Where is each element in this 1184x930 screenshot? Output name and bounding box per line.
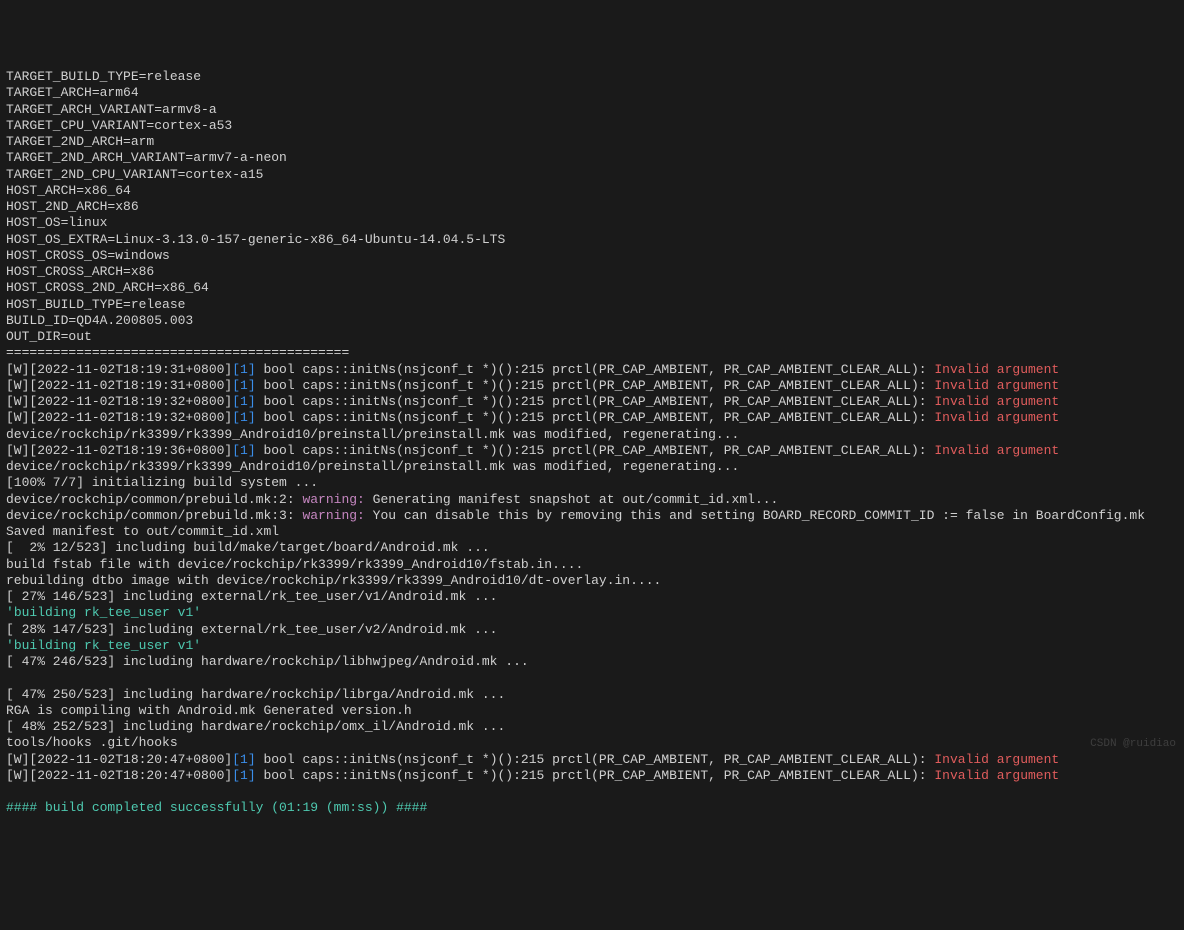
warn-line: [W][2022-11-02T18:19:31+0800][1] bool ca… (6, 362, 1059, 377)
terminal-output[interactable]: TARGET_BUILD_TYPE=release TARGET_ARCH=ar… (6, 69, 1178, 817)
prebuild-warn: device/rockchip/common/prebuild.mk:3: wa… (6, 508, 1145, 523)
env-line: TARGET_2ND_ARCH_VARIANT=armv7-a-neon (6, 150, 287, 165)
watermark: CSDN @ruidiao (1090, 738, 1176, 752)
progress-line: [ 47% 246/523] including hardware/rockch… (6, 654, 529, 669)
env-line: HOST_2ND_ARCH=x86 (6, 199, 139, 214)
regen-line: device/rockchip/rk3399/rk3399_Android10/… (6, 427, 739, 442)
saved-line: Saved manifest to out/commit_id.xml (6, 524, 279, 539)
warn-line: [W][2022-11-02T18:19:32+0800][1] bool ca… (6, 394, 1059, 409)
warn-line: [W][2022-11-02T18:19:31+0800][1] bool ca… (6, 378, 1059, 393)
env-line: HOST_ARCH=x86_64 (6, 183, 131, 198)
prebuild-warn: device/rockchip/common/prebuild.mk:2: wa… (6, 492, 778, 507)
hooks-line: tools/hooks .git/hooks (6, 735, 178, 750)
tee-line: 'building rk_tee_user v1' (6, 638, 201, 653)
env-line: TARGET_2ND_CPU_VARIANT=cortex-a15 (6, 167, 263, 182)
env-line: TARGET_BUILD_TYPE=release (6, 69, 201, 84)
success-line: #### build completed successfully (01:19… (6, 800, 427, 815)
warn-line: [W][2022-11-02T18:19:36+0800][1] bool ca… (6, 443, 1059, 458)
warn-line: [W][2022-11-02T18:20:47+0800][1] bool ca… (6, 768, 1059, 783)
progress-line: [ 28% 147/523] including external/rk_tee… (6, 622, 497, 637)
env-line: OUT_DIR=out (6, 329, 92, 344)
regen-line: device/rockchip/rk3399/rk3399_Android10/… (6, 459, 739, 474)
progress-line: [ 47% 250/523] including hardware/rockch… (6, 687, 505, 702)
env-line: HOST_OS=linux (6, 215, 107, 230)
progress-line: [ 48% 252/523] including hardware/rockch… (6, 719, 505, 734)
env-line: HOST_CROSS_2ND_ARCH=x86_64 (6, 280, 209, 295)
progress-line: [ 2% 12/523] including build/make/target… (6, 540, 490, 555)
env-line: HOST_BUILD_TYPE=release (6, 297, 185, 312)
env-line: ========================================… (6, 345, 349, 360)
env-line: TARGET_ARCH_VARIANT=armv8-a (6, 102, 217, 117)
warn-line: [W][2022-11-02T18:20:47+0800][1] bool ca… (6, 752, 1059, 767)
progress-line: [ 27% 146/523] including external/rk_tee… (6, 589, 497, 604)
env-line: HOST_CROSS_OS=windows (6, 248, 170, 263)
rga-line: RGA is compiling with Android.mk Generat… (6, 703, 412, 718)
env-line: TARGET_CPU_VARIANT=cortex-a53 (6, 118, 232, 133)
dtbo-line: rebuilding dtbo image with device/rockch… (6, 573, 661, 588)
tee-line: 'building rk_tee_user v1' (6, 605, 201, 620)
env-line: HOST_OS_EXTRA=Linux-3.13.0-157-generic-x… (6, 232, 505, 247)
env-line: HOST_CROSS_ARCH=x86 (6, 264, 154, 279)
env-line: BUILD_ID=QD4A.200805.003 (6, 313, 193, 328)
fstab-line: build fstab file with device/rockchip/rk… (6, 557, 583, 572)
progress-line: [100% 7/7] initializing build system ... (6, 475, 318, 490)
env-line: TARGET_2ND_ARCH=arm (6, 134, 154, 149)
warn-line: [W][2022-11-02T18:19:32+0800][1] bool ca… (6, 410, 1059, 425)
env-line: TARGET_ARCH=arm64 (6, 85, 139, 100)
